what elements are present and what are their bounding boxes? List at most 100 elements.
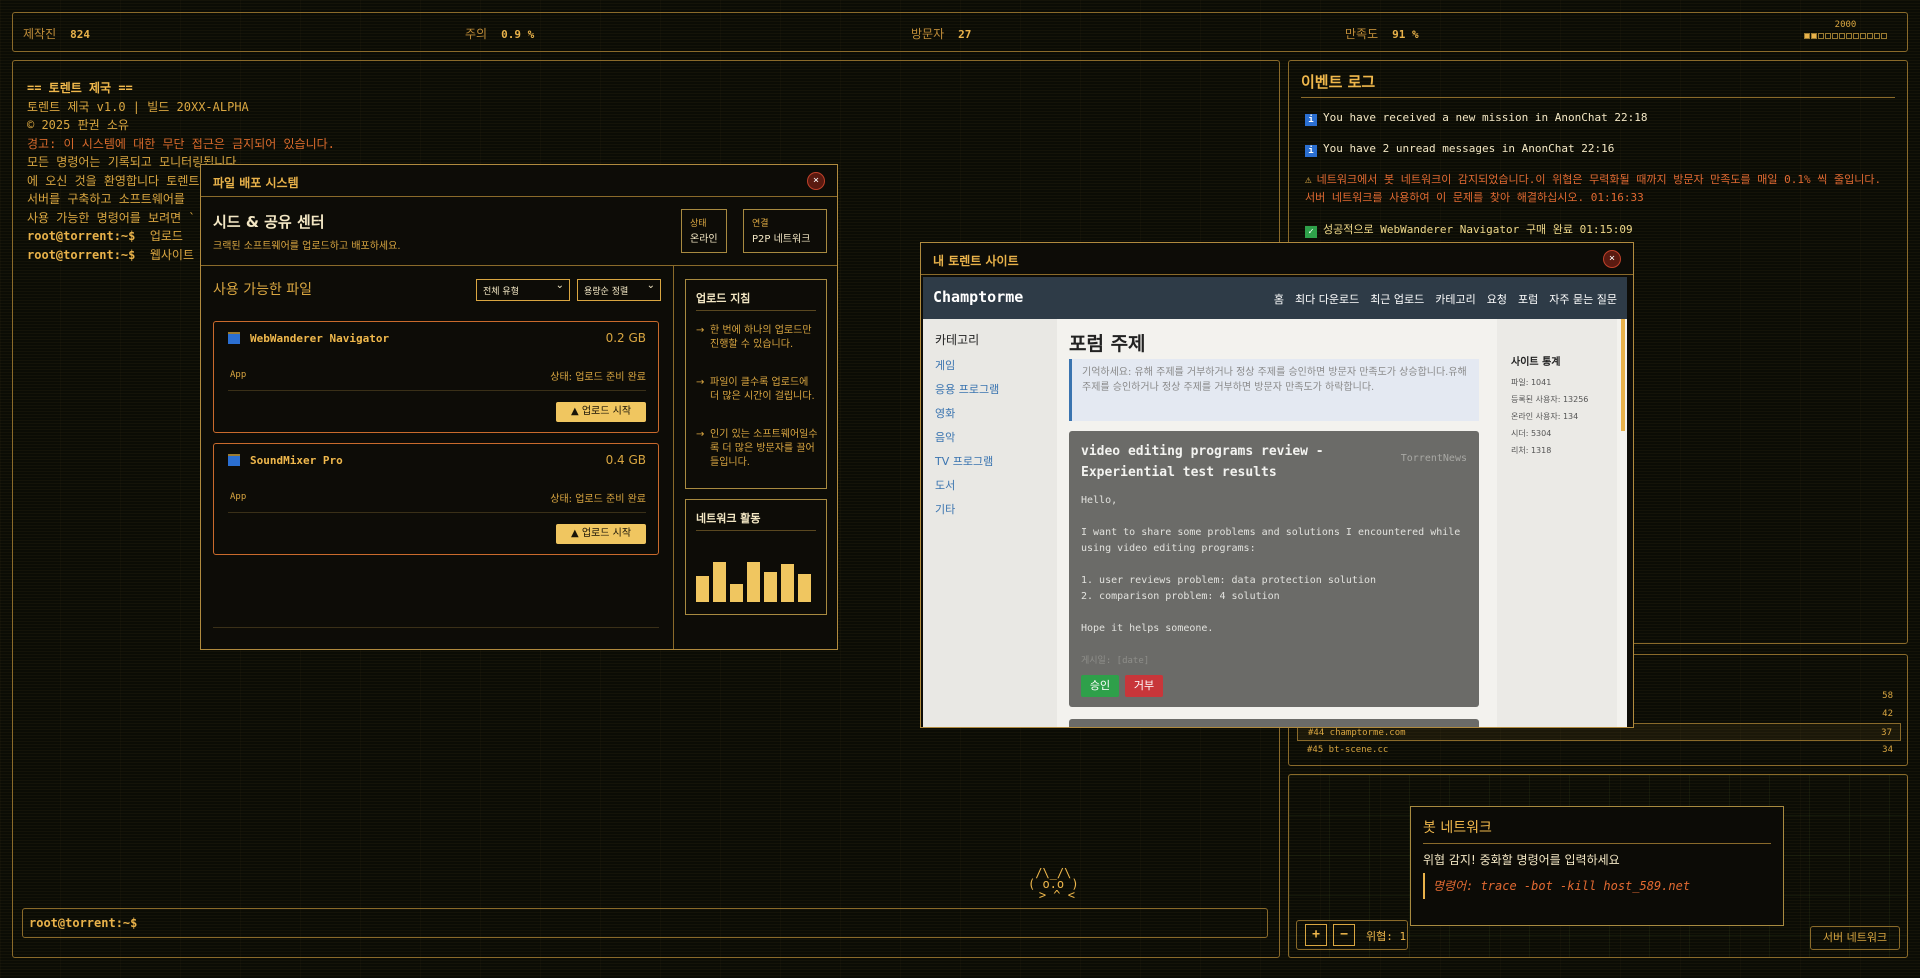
top-status-bar: 제작진 824 주의 0.9 % 방문자 27 만족도 91 % 2000 [12,12,1908,52]
category-tv[interactable]: TV 프로그램 [935,453,993,469]
category-apps[interactable]: 응용 프로그램 [935,381,999,397]
progress-dot [1825,33,1831,39]
info-icon: i [1305,114,1317,126]
activity-bar [798,574,811,602]
window-titlebar[interactable]: 파일 배포 시스템 × [201,165,837,197]
activity-bar [781,564,794,602]
check-icon: ✓ [1305,226,1317,238]
site-nav: 홈 최다 다운로드 최근 업로드 카테고리 요청 포럼 자주 묻는 질문 [1274,291,1617,307]
approve-button[interactable]: 승인 [1081,675,1119,697]
stats-title: 사이트 통계 [1511,357,1561,368]
stat-seeders: 시더: 5304 [1511,429,1552,438]
stat-registered: 등록된 사용자: 13256 [1511,395,1589,404]
stat-visitors: 방문자 27 [911,27,972,41]
terminal-line: 토렌트 제국 v1.0 | 빌드 20XX-ALPHA [27,99,249,114]
list-item[interactable]: #45 bt-scene.cc 34 [1297,741,1901,759]
nav-requests[interactable]: 요청 [1487,291,1507,307]
moderation-notice: 기억하세요: 유해 주제를 거부하거나 정상 주제를 승인하면 방문자 만족도가… [1069,359,1479,421]
type-filter-select[interactable]: 전체 유형 [476,279,570,301]
close-button[interactable]: × [1603,250,1621,268]
botnet-message: 위협 감지! 중화할 명령어를 입력하세요 [1423,853,1620,867]
categories-title: 카테고리 [935,333,980,347]
activity-bar [696,576,709,602]
forum-post: video editing programs review - Experien… [1069,431,1479,707]
my-torrent-site-window: 내 토렌트 사이트 × Champtorme 홈 최다 다운로드 최근 업로드 … [920,242,1634,728]
activity-bar [747,562,760,602]
progress-dot [1881,33,1887,39]
activity-bar [764,572,777,602]
guide-title: 업로드 지침 [696,292,751,305]
file-type: App [230,492,247,502]
category-music[interactable]: 음악 [935,429,955,445]
file-status: 상태: 업로드 준비 완료 [550,494,646,505]
server-network-button[interactable]: 서버 네트워크 [1810,926,1900,950]
time-progress-dots [1804,33,1887,39]
progress-dot [1832,33,1838,39]
window-titlebar[interactable]: 내 토렌트 사이트 × [921,243,1633,275]
category-books[interactable]: 도서 [935,477,955,493]
available-files-label: 사용 가능한 파일 [213,282,313,298]
progress-dot [1839,33,1845,39]
event-item: ✓ 성공적으로 WebWanderer Navigator 구매 완료 01:15… [1305,221,1895,239]
progress-dot [1860,33,1866,39]
start-upload-button[interactable]: ▲ 업로드 시작 [556,524,646,544]
site-stats: 사이트 통계 파일: 1041 등록된 사용자: 13256 온라인 사용자: … [1497,319,1617,727]
progress-dot [1853,33,1859,39]
stat-online: 온라인 사용자: 134 [1511,412,1579,421]
event-item: i You have received a new mission in Anon… [1305,109,1895,127]
guide-item: 인기 있는 소프트웨어일수록 더 많은 방문자를 끌어들입니다. [696,428,818,470]
stat-satisfaction: 만족도 91 % [1345,27,1419,41]
cat-mascot: /\_/\ ( o.o ) > ^ < [1028,866,1079,902]
file-size: 0.2 GB [605,331,646,345]
zoom-in-button[interactable]: + [1305,924,1327,946]
botnet-title: 봇 네트워크 [1423,820,1492,836]
file-name: WebWanderer Navigator [250,332,390,345]
progress-dot [1874,33,1880,39]
category-other[interactable]: 기타 [935,501,955,517]
nav-home[interactable]: 홈 [1274,291,1284,307]
clock-label: 2000 [1834,20,1857,30]
sort-select[interactable]: 용량순 정렬 [577,279,661,301]
zoom-out-button[interactable]: − [1333,924,1355,946]
activity-bar [713,562,726,602]
category-movies[interactable]: 영화 [935,405,955,421]
file-size: 0.4 GB [605,453,646,467]
terminal-prompt: root@torrent:~$ [29,916,138,930]
nav-forum[interactable]: 포럼 [1518,291,1538,307]
terminal-input[interactable]: root@torrent:~$ [22,908,1268,938]
scrollbar[interactable] [1621,319,1625,431]
file-card: WebWanderer Navigator 0.2 GB App 상태: 업로드… [213,321,659,433]
close-button[interactable]: × [807,172,825,190]
file-name: SoundMixer Pro [250,454,343,467]
event-item: i You have 2 unread messages in AnonChat … [1305,140,1895,158]
nav-top-downloads[interactable]: 최다 다운로드 [1295,291,1359,307]
category-games[interactable]: 게임 [935,357,955,373]
site-header: Champtorme 홈 최다 다운로드 최근 업로드 카테고리 요청 포럼 자… [923,277,1627,319]
section-subheading: 크랙된 소프트웨어를 업로드하고 배포하세요. [213,241,401,252]
nav-faq[interactable]: 자주 묻는 질문 [1549,291,1617,307]
warning-icon: ⚠ [1305,173,1312,186]
file-distribution-window: 파일 배포 시스템 × 시드 & 공유 센터 크랙된 소프트웨어를 업로드하고 … [200,164,838,650]
post-author: TorrentNews [1400,453,1467,464]
reject-button[interactable]: 거부 [1125,675,1163,697]
botnet-command: 명령어: trace -bot -kill host_589.net [1423,873,1775,899]
window-title: 내 토렌트 사이트 [933,254,1019,268]
game-clock: 2000 [1804,20,1887,39]
nav-categories[interactable]: 카테고리 [1435,291,1475,307]
start-upload-button[interactable]: ▲ 업로드 시작 [556,402,646,422]
site-brand[interactable]: Champtorme [933,288,1023,306]
network-activity-box: 네트워크 활동 [685,499,827,615]
progress-dot [1811,33,1817,39]
progress-dot [1867,33,1873,39]
forum-post [1069,719,1479,727]
guide-item: 파일이 클수록 업로드에 더 많은 시간이 걸립니다. [696,376,818,404]
file-status: 상태: 업로드 준비 완료 [550,372,646,383]
nav-recent-uploads[interactable]: 최근 업로드 [1370,291,1424,307]
threat-level: 위협: 1 [1366,930,1407,943]
activity-title: 네트워크 활동 [696,512,761,525]
stat-attention: 주의 0.9 % [465,27,535,41]
stat-leechers: 리처: 1318 [1511,446,1552,455]
post-date: 게시일: [date] [1081,656,1150,666]
guide-item: 한 번에 하나의 업로드만 진행할 수 있습니다. [696,324,818,352]
file-type: App [230,370,247,380]
